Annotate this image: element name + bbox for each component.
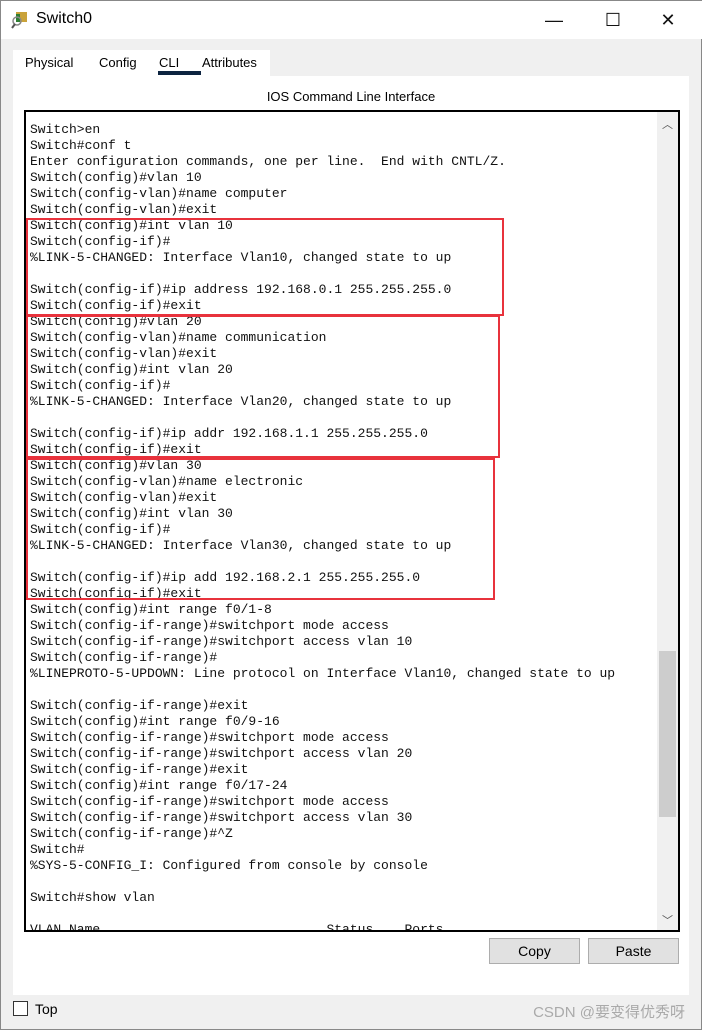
panel-title: IOS Command Line Interface (266, 89, 436, 104)
terminal-line: Switch(config-if-range)#^Z (30, 826, 233, 841)
terminal-line: Switch>en (30, 122, 101, 137)
tab-bar: Physical Config CLI Attributes (13, 50, 270, 76)
copy-button[interactable]: Copy (489, 938, 580, 964)
title-bar: Switch0 — ☐ ✕ (1, 1, 702, 39)
terminal-line: VLAN Name Status Ports (30, 922, 444, 932)
tab-attributes[interactable]: Attributes (202, 55, 257, 70)
terminal-line: Switch(config-if-range)#exit (30, 762, 249, 777)
tab-config[interactable]: Config (99, 55, 137, 70)
terminal-line: Switch(config-if-range)#switchport acces… (30, 810, 413, 825)
terminal-line: Switch(config-if-range)#switchport mode … (30, 618, 389, 633)
highlight-box-vlan20 (26, 315, 500, 458)
close-button[interactable]: ✕ (653, 7, 683, 33)
tab-cli[interactable]: CLI (159, 55, 179, 70)
terminal-line: Switch# (30, 842, 85, 857)
watermark: CSDN @要变得优秀呀 (533, 1004, 685, 1021)
terminal-line: %SYS-5-CONFIG_I: Configured from console… (30, 858, 428, 873)
maximize-button[interactable]: ☐ (598, 7, 628, 33)
paste-button[interactable]: Paste (588, 938, 679, 964)
terminal-line: Switch(config)#int range f0/17-24 (30, 778, 288, 793)
terminal-line: Switch(config-if-range)#switchport mode … (30, 794, 389, 809)
terminal-line: Switch#show vlan (30, 890, 155, 905)
scroll-up-icon[interactable]: ︿ (657, 116, 678, 132)
terminal-line: Switch(config-if-range)#switchport acces… (30, 634, 413, 649)
terminal-line: Switch(config)#int range f0/9-16 (30, 714, 280, 729)
terminal-line: Enter configuration commands, one per li… (30, 154, 506, 169)
minimize-button[interactable]: — (539, 7, 569, 33)
top-checkbox[interactable] (13, 1001, 28, 1016)
terminal-line: Switch(config)#vlan 10 (30, 170, 202, 185)
highlight-box-vlan30 (26, 458, 495, 600)
scrollbar[interactable]: ︿ ﹀ (657, 112, 678, 930)
active-tab-indicator (158, 71, 201, 75)
switch-magnifier-icon (11, 12, 27, 29)
terminal-line: Switch(config-vlan)#exit (30, 202, 218, 217)
scrollbar-thumb[interactable] (659, 651, 676, 817)
terminal-line: Switch(config-if-range)# (30, 650, 218, 665)
terminal-line: Switch(config-if-range)#switchport acces… (30, 746, 413, 761)
terminal-line: Switch(config-vlan)#name computer (30, 186, 288, 201)
highlight-box-vlan10 (26, 218, 504, 316)
window-title: Switch0 (36, 10, 93, 27)
terminal-line: Switch(config)#int range f0/1-8 (30, 602, 272, 617)
terminal-line: Switch(config-if-range)#switchport mode … (30, 730, 389, 745)
top-label: Top (35, 1001, 58, 1017)
tab-physical[interactable]: Physical (25, 55, 73, 70)
terminal-line: Switch#conf t (30, 138, 132, 153)
terminal-line: %LINEPROTO-5-UPDOWN: Line protocol on In… (30, 666, 616, 681)
scroll-down-icon[interactable]: ﹀ (657, 912, 678, 928)
terminal-line: Switch(config-if-range)#exit (30, 698, 249, 713)
